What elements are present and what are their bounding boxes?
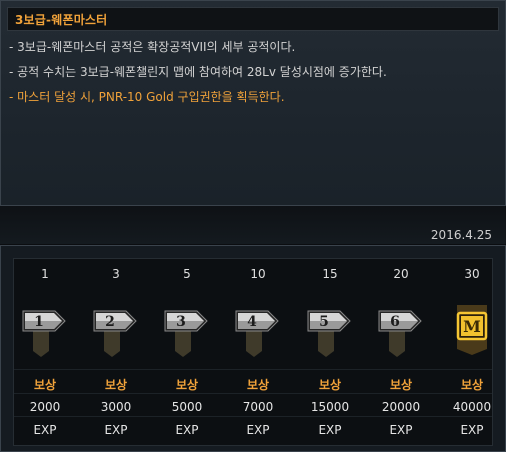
tier-level: 3	[112, 267, 120, 281]
rank-badge-icon: 4	[234, 301, 282, 357]
exp-unit: EXP	[33, 423, 57, 437]
exp-value: 40000	[452, 400, 492, 414]
rank-badge-icon: 3	[163, 301, 211, 357]
description-line-1: - 3보급-웨폰마스터 공적은 확장공적VII의 세부 공적이다.	[9, 40, 296, 54]
svg-text:3: 3	[176, 314, 186, 330]
svg-text:1: 1	[34, 314, 44, 330]
tier-level: 10	[250, 267, 266, 281]
rank-badge-icon: 6	[377, 301, 425, 357]
tier-column: 15 5 보상 15000 EXP	[299, 259, 361, 445]
exp-unit: EXP	[318, 423, 342, 437]
tier-level: 20	[393, 267, 409, 281]
exp-unit: EXP	[175, 423, 199, 437]
reward-label: 보상	[33, 378, 57, 392]
rank-badge-icon: 1	[21, 301, 69, 357]
exp-unit: EXP	[389, 423, 413, 437]
svg-text:4: 4	[247, 314, 257, 330]
svg-text:2: 2	[105, 314, 115, 330]
exp-value: 2000	[29, 400, 61, 414]
description-line-2: - 공적 수치는 3보급-웨폰챌린지 맵에 참여하여 28Lv 달성시점에 증가…	[9, 65, 387, 79]
svg-text:5: 5	[319, 314, 329, 330]
tier-column: 10 4 보상 7000 EXP	[227, 259, 289, 445]
achievement-date: 2016.4.25	[430, 228, 492, 242]
reward-label: 보상	[460, 378, 484, 392]
achievement-title: 3보급-웨폰마스터	[15, 13, 108, 27]
exp-unit: EXP	[104, 423, 128, 437]
tier-column: 20 6 보상 20000 EXP	[370, 259, 432, 445]
exp-unit: EXP	[460, 423, 484, 437]
tier-column: 3 2 보상 3000 EXP	[85, 259, 147, 445]
exp-unit: EXP	[246, 423, 270, 437]
tier-level: 15	[322, 267, 338, 281]
exp-value: 20000	[381, 400, 421, 414]
tier-level: 1	[41, 267, 49, 281]
reward-label: 보상	[246, 378, 270, 392]
reward-tiers: 1 1 보상 2000 EXP 3 2 보상 3000 EXP 5 3 보상 5…	[13, 258, 493, 446]
exp-value: 3000	[100, 400, 132, 414]
exp-value: 5000	[171, 400, 203, 414]
tier-column: 1 1 보상 2000 EXP	[14, 259, 76, 445]
reward-label: 보상	[389, 378, 413, 392]
reward-label: 보상	[318, 378, 342, 392]
title-bar: 3보급-웨폰마스터	[7, 7, 499, 31]
rank-badge-icon: 5	[306, 301, 354, 357]
rank-badge-icon: 2	[92, 301, 140, 357]
svg-text:M: M	[463, 317, 481, 336]
exp-value: 7000	[242, 400, 274, 414]
tier-level: 30	[464, 267, 480, 281]
tier-level: 5	[183, 267, 191, 281]
exp-value: 15000	[310, 400, 350, 414]
tier-column: 30 M 보상 40000 EXP	[441, 259, 503, 445]
achievement-description-panel: 3보급-웨폰마스터 - 3보급-웨폰마스터 공적은 확장공적VII의 세부 공적…	[0, 0, 506, 206]
svg-text:6: 6	[390, 314, 400, 330]
reward-label: 보상	[175, 378, 199, 392]
reward-label: 보상	[104, 378, 128, 392]
reward-panel: 1 1 보상 2000 EXP 3 2 보상 3000 EXP 5 3 보상 5…	[0, 245, 506, 452]
description-line-3: - 마스터 달성 시, PNR-10 Gold 구입권한을 획득한다.	[9, 90, 285, 104]
master-rank-badge-icon: M	[448, 301, 496, 357]
tier-column: 5 3 보상 5000 EXP	[156, 259, 218, 445]
